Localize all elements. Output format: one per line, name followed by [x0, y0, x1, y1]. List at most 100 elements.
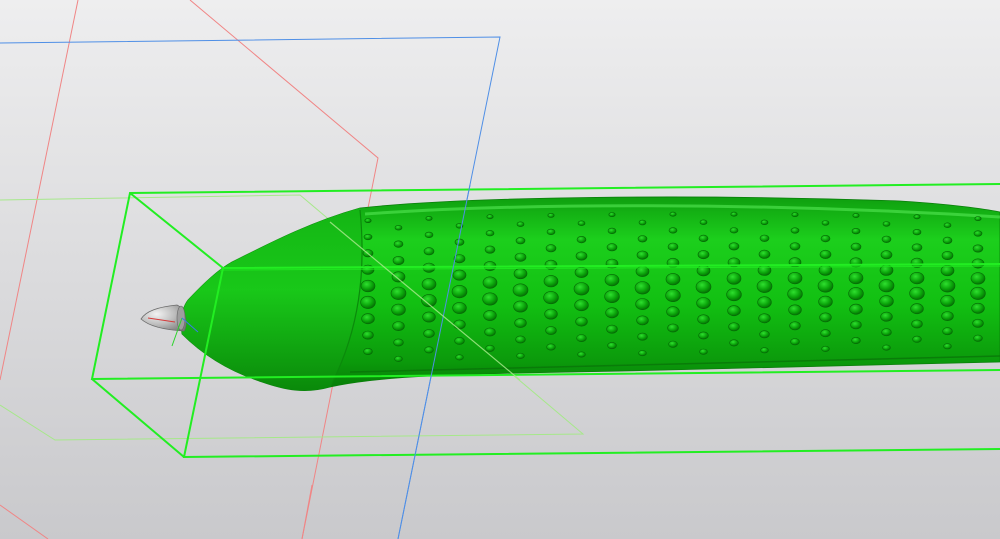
- dimple: [423, 329, 435, 338]
- dimple: [606, 324, 618, 334]
- dimple: [912, 229, 922, 236]
- dimple: [515, 237, 526, 245]
- dimple: [452, 302, 467, 314]
- dimple: [912, 335, 922, 343]
- dimple: [756, 279, 773, 293]
- dimple: [638, 219, 647, 226]
- dimple: [545, 326, 557, 335]
- dimple: [392, 255, 405, 265]
- dimple: [452, 269, 467, 281]
- dimple: [575, 316, 588, 327]
- dimple: [940, 294, 955, 307]
- dimple: [758, 249, 771, 259]
- dimple: [545, 244, 557, 253]
- dimple: [850, 242, 862, 251]
- dimple: [667, 323, 679, 333]
- dimple: [727, 305, 741, 317]
- dimple: [789, 242, 801, 251]
- dimple: [697, 314, 710, 325]
- dimple: [943, 222, 952, 228]
- dimple: [790, 227, 800, 234]
- dimple: [973, 230, 983, 237]
- dimple: [941, 311, 954, 321]
- dimple: [878, 279, 895, 293]
- dimple: [850, 320, 862, 330]
- dimple: [636, 315, 649, 326]
- dimple: [821, 345, 830, 352]
- dimple: [665, 273, 681, 286]
- dimple: [729, 339, 739, 347]
- dimple: [851, 336, 861, 344]
- dimple: [393, 240, 404, 248]
- dimple: [421, 278, 437, 291]
- dimple: [821, 220, 830, 226]
- dimple: [909, 286, 925, 300]
- dimple: [943, 343, 952, 350]
- dimple: [454, 336, 465, 345]
- dimple: [667, 242, 679, 251]
- dimple: [911, 319, 923, 329]
- dimple: [791, 212, 799, 217]
- dimple: [757, 264, 772, 276]
- dimple: [942, 327, 953, 336]
- dimple: [728, 322, 740, 332]
- dimple: [485, 344, 495, 352]
- dimple: [881, 235, 892, 243]
- dimple: [665, 288, 681, 302]
- dimple: [726, 272, 742, 285]
- dimple: [789, 321, 801, 331]
- dimple: [607, 342, 617, 350]
- dimple: [852, 213, 860, 218]
- dimple: [790, 338, 800, 346]
- dimple: [606, 243, 618, 252]
- dimple: [516, 352, 525, 359]
- tip-base-ring: [176, 305, 186, 331]
- dimple: [422, 311, 436, 323]
- dimple: [635, 298, 650, 310]
- dimple: [757, 296, 772, 309]
- dimple: [543, 275, 559, 288]
- dimple: [604, 274, 620, 287]
- dimple: [455, 354, 464, 361]
- dimple: [516, 221, 525, 227]
- dimple: [544, 308, 558, 320]
- dimple: [759, 234, 770, 242]
- dimple: [758, 313, 771, 324]
- dimple: [881, 328, 892, 337]
- dimple: [848, 287, 864, 301]
- dimple: [913, 214, 921, 220]
- dimple: [483, 310, 497, 321]
- dimple: [573, 282, 590, 296]
- dimple: [698, 331, 709, 340]
- dimple: [970, 272, 986, 285]
- dimple: [425, 215, 433, 221]
- dimple: [728, 242, 740, 251]
- dimple: [360, 295, 376, 309]
- 3d-viewport[interactable]: [0, 0, 1000, 539]
- dimple: [668, 340, 678, 348]
- dimple: [942, 236, 953, 244]
- scene-canvas[interactable]: [0, 0, 1000, 539]
- dimple: [576, 334, 587, 342]
- dimple: [634, 281, 651, 295]
- dimple: [726, 288, 742, 302]
- dimple: [638, 350, 647, 357]
- dimple: [848, 271, 864, 285]
- dimple: [940, 265, 955, 277]
- dimple: [820, 329, 831, 338]
- dimple: [390, 286, 407, 300]
- dimple: [695, 280, 712, 294]
- dimple: [730, 211, 738, 217]
- dimple: [911, 243, 923, 252]
- dimple: [362, 330, 374, 340]
- dimple: [787, 272, 803, 285]
- dimple: [484, 245, 496, 254]
- dimple: [970, 286, 986, 300]
- dimple: [361, 313, 375, 325]
- dimple: [424, 231, 434, 238]
- dimple: [451, 285, 468, 299]
- dimple: [608, 212, 616, 217]
- dimple: [453, 319, 466, 330]
- dimple: [851, 228, 861, 235]
- dimple: [424, 346, 434, 354]
